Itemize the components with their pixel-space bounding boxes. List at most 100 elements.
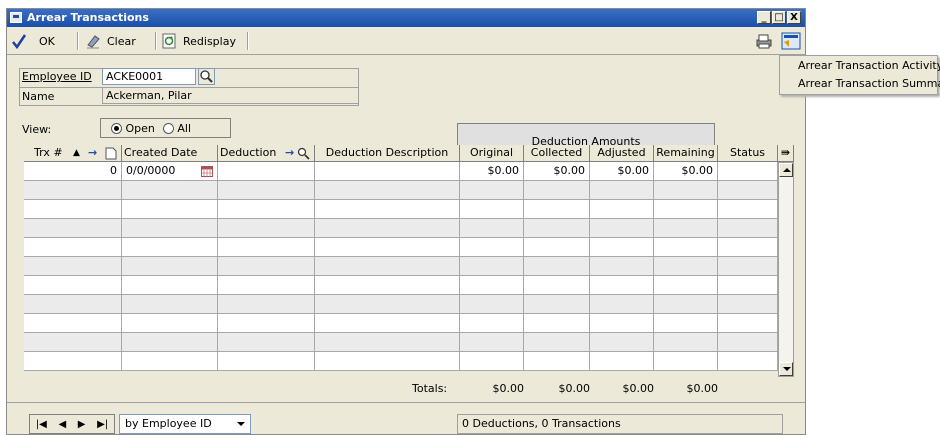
grid-cell[interactable]	[718, 238, 778, 257]
expand-arrow-icon[interactable]: →	[88, 145, 97, 161]
grid-cell[interactable]	[315, 238, 460, 257]
table-row[interactable]	[24, 295, 778, 314]
table-row[interactable]	[24, 333, 778, 352]
original-cell[interactable]: $0.00	[460, 162, 524, 181]
grid-cell[interactable]	[24, 257, 122, 276]
grid-cell[interactable]	[654, 314, 718, 333]
grid-cell[interactable]	[524, 219, 590, 238]
grid-cell[interactable]	[122, 200, 218, 219]
show-details-icon[interactable]: ⇛	[778, 145, 794, 162]
grid-cell[interactable]	[460, 200, 524, 219]
grid-cell[interactable]	[460, 295, 524, 314]
grid-cell[interactable]	[218, 276, 315, 295]
grid-cell[interactable]	[590, 181, 654, 200]
grid-cell[interactable]	[590, 276, 654, 295]
grid-cell[interactable]	[718, 314, 778, 333]
collected-cell[interactable]: $0.00	[524, 162, 590, 181]
column-header-trx[interactable]: Trx # ▲ →	[24, 145, 122, 162]
minimize-button[interactable]: _	[757, 11, 771, 24]
grid-cell[interactable]	[654, 352, 718, 371]
grid-cell[interactable]	[524, 238, 590, 257]
table-row[interactable]	[24, 238, 778, 257]
column-header-collected[interactable]: Collected	[524, 145, 590, 162]
grid-cell[interactable]	[718, 276, 778, 295]
grid-cell[interactable]	[24, 295, 122, 314]
grid-cell[interactable]	[24, 352, 122, 371]
grid-cell[interactable]	[590, 333, 654, 352]
lookup-icon[interactable]	[297, 147, 310, 160]
menu-item-arrear-transaction-activity[interactable]: Arrear Transaction Activity	[780, 56, 940, 74]
grid-cell[interactable]	[315, 333, 460, 352]
grid-cell[interactable]	[315, 295, 460, 314]
deduction-cell[interactable]	[218, 162, 315, 181]
grid-cell[interactable]	[654, 238, 718, 257]
trx-cell[interactable]: 0	[24, 162, 122, 181]
column-header-original[interactable]: Original	[460, 145, 524, 162]
grid-cell[interactable]	[122, 238, 218, 257]
grid-cell[interactable]	[718, 200, 778, 219]
table-row[interactable]	[24, 219, 778, 238]
grid-cell[interactable]	[218, 333, 315, 352]
scroll-up-button[interactable]	[779, 163, 793, 177]
expand-arrow-icon[interactable]: →	[285, 145, 294, 161]
grid-cell[interactable]	[524, 333, 590, 352]
table-row[interactable]: 0 0/0/0000 $0.00 $0.00 $0.00 $0.00	[24, 162, 778, 181]
grid-cell[interactable]	[524, 295, 590, 314]
grid-cell[interactable]	[122, 333, 218, 352]
grid-cell[interactable]	[315, 200, 460, 219]
grid-cell[interactable]	[590, 219, 654, 238]
employee-id-input[interactable]: ACKE0001	[102, 68, 196, 85]
grid-cell[interactable]	[590, 257, 654, 276]
grid-cell[interactable]	[718, 333, 778, 352]
grid-cell[interactable]	[24, 333, 122, 352]
window-menu-icon[interactable]	[781, 32, 801, 50]
first-record-icon[interactable]: |◀	[36, 419, 47, 430]
grid-cell[interactable]	[654, 295, 718, 314]
grid-cell[interactable]	[218, 314, 315, 333]
ok-button[interactable]: OK	[11, 31, 55, 51]
grid-cell[interactable]	[654, 219, 718, 238]
grid-cell[interactable]	[122, 295, 218, 314]
grid-cell[interactable]	[460, 314, 524, 333]
grid-cell[interactable]	[460, 238, 524, 257]
grid-cell[interactable]	[654, 181, 718, 200]
grid-cell[interactable]	[718, 352, 778, 371]
grid-cell[interactable]	[718, 257, 778, 276]
table-row[interactable]	[24, 200, 778, 219]
previous-record-icon[interactable]: ◀	[58, 419, 66, 430]
calendar-icon[interactable]	[201, 166, 213, 177]
view-open-option[interactable]: Open	[111, 122, 155, 135]
grid-cell[interactable]	[524, 352, 590, 371]
grid-cell[interactable]	[315, 352, 460, 371]
grid-cell[interactable]	[218, 295, 315, 314]
lookup-icon[interactable]	[198, 68, 215, 85]
grid-cell[interactable]	[122, 181, 218, 200]
column-header-remaining[interactable]: Remaining	[654, 145, 718, 162]
grid-cell[interactable]	[524, 200, 590, 219]
grid-cell[interactable]	[218, 181, 315, 200]
grid-cell[interactable]	[524, 181, 590, 200]
maximize-button[interactable]: □	[772, 11, 786, 24]
printer-icon[interactable]	[755, 33, 773, 49]
grid-cell[interactable]	[524, 257, 590, 276]
remaining-cell[interactable]: $0.00	[654, 162, 718, 181]
grid-cell[interactable]	[718, 219, 778, 238]
adjusted-cell[interactable]: $0.00	[590, 162, 654, 181]
column-header-adjusted[interactable]: Adjusted	[590, 145, 654, 162]
grid-cell[interactable]	[590, 314, 654, 333]
grid-cell[interactable]	[460, 352, 524, 371]
menu-item-arrear-transaction-summary[interactable]: Arrear Transaction Summary	[780, 74, 940, 92]
grid-cell[interactable]	[24, 181, 122, 200]
grid-cell[interactable]	[460, 257, 524, 276]
grid-cell[interactable]	[524, 276, 590, 295]
grid-cell[interactable]	[24, 238, 122, 257]
grid-cell[interactable]	[122, 219, 218, 238]
scroll-down-button[interactable]	[779, 362, 793, 376]
grid-cell[interactable]	[654, 276, 718, 295]
grid-cell[interactable]	[24, 219, 122, 238]
grid-cell[interactable]	[218, 257, 315, 276]
view-all-option[interactable]: All	[162, 122, 191, 135]
sort-order-dropdown[interactable]: by Employee ID	[119, 414, 251, 434]
status-cell[interactable]	[718, 162, 778, 181]
grid-cell[interactable]	[122, 276, 218, 295]
